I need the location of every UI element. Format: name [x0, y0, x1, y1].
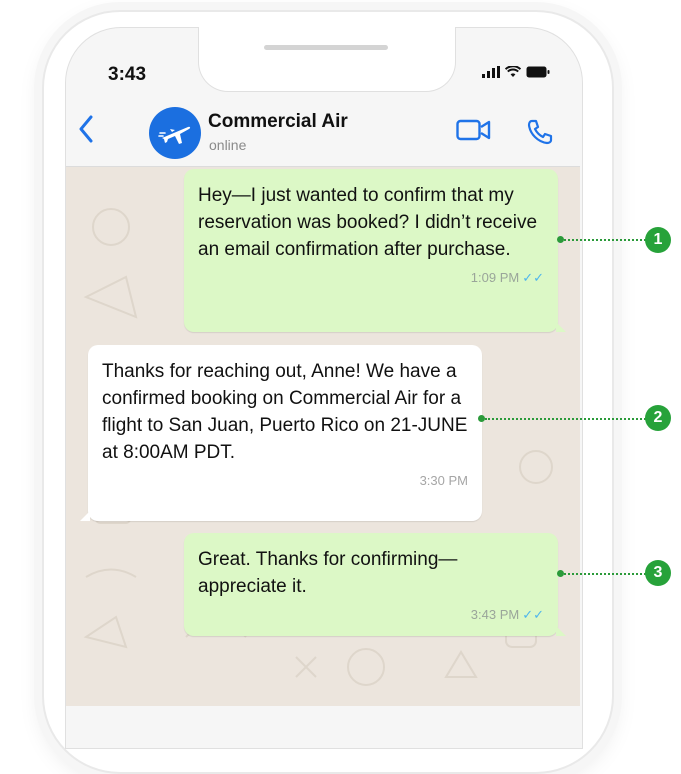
video-camera-icon[interactable]	[456, 119, 492, 146]
callout-badge: 2	[645, 405, 671, 431]
callout-anchor	[557, 570, 564, 577]
message-text: Thanks for reaching out, Anne! We have a…	[102, 361, 468, 463]
message-text: Hey—I just wanted to confirm that my res…	[198, 185, 538, 260]
speaker-grille	[264, 45, 388, 50]
contact-name[interactable]: Commercial Air	[208, 111, 348, 133]
bubble-tail	[80, 511, 90, 521]
callout-connector	[564, 573, 646, 575]
message-bubble-outgoing[interactable]: Hey—I just wanted to confirm that my res…	[184, 169, 566, 332]
wifi-icon	[505, 66, 521, 77]
contact-status: online	[209, 137, 247, 153]
phone-icon[interactable]	[526, 118, 554, 151]
callout-anchor	[557, 236, 564, 243]
message-meta: 3:43 PM ✓✓	[198, 606, 544, 624]
message-meta: 3:30 PM	[102, 472, 468, 490]
message-time: 3:30 PM	[419, 473, 468, 488]
message-bubble-incoming[interactable]: Thanks for reaching out, Anne! We have a…	[80, 345, 482, 521]
chat-header: Commercial Air online	[66, 92, 580, 167]
battery-icon	[526, 66, 550, 78]
read-ticks-icon: ✓✓	[522, 270, 544, 285]
callout-connector	[485, 418, 646, 420]
status-icons	[482, 66, 550, 78]
avatar[interactable]	[149, 107, 201, 159]
message-text: Great. Thanks for confirming—appreciate …	[198, 549, 458, 597]
callout-badge: 3	[645, 560, 671, 586]
callout-connector	[564, 239, 646, 241]
message-meta: 1:09 PM ✓✓	[198, 269, 544, 287]
read-ticks-icon: ✓✓	[522, 607, 544, 622]
bubble-tail	[556, 626, 566, 636]
airplane-icon	[158, 126, 191, 144]
callout-anchor	[478, 415, 485, 422]
message-time: 3:43 PM	[470, 607, 520, 622]
message-bubble-outgoing[interactable]: Great. Thanks for confirming—appreciate …	[184, 533, 566, 636]
callout-badge: 1	[645, 227, 671, 253]
message-time: 1:09 PM	[470, 270, 520, 285]
signal-icon	[482, 66, 500, 78]
bubble-tail	[556, 322, 566, 332]
status-time: 3:43	[108, 64, 147, 85]
phone-notch	[198, 27, 456, 92]
chevron-left-icon[interactable]	[78, 115, 94, 148]
